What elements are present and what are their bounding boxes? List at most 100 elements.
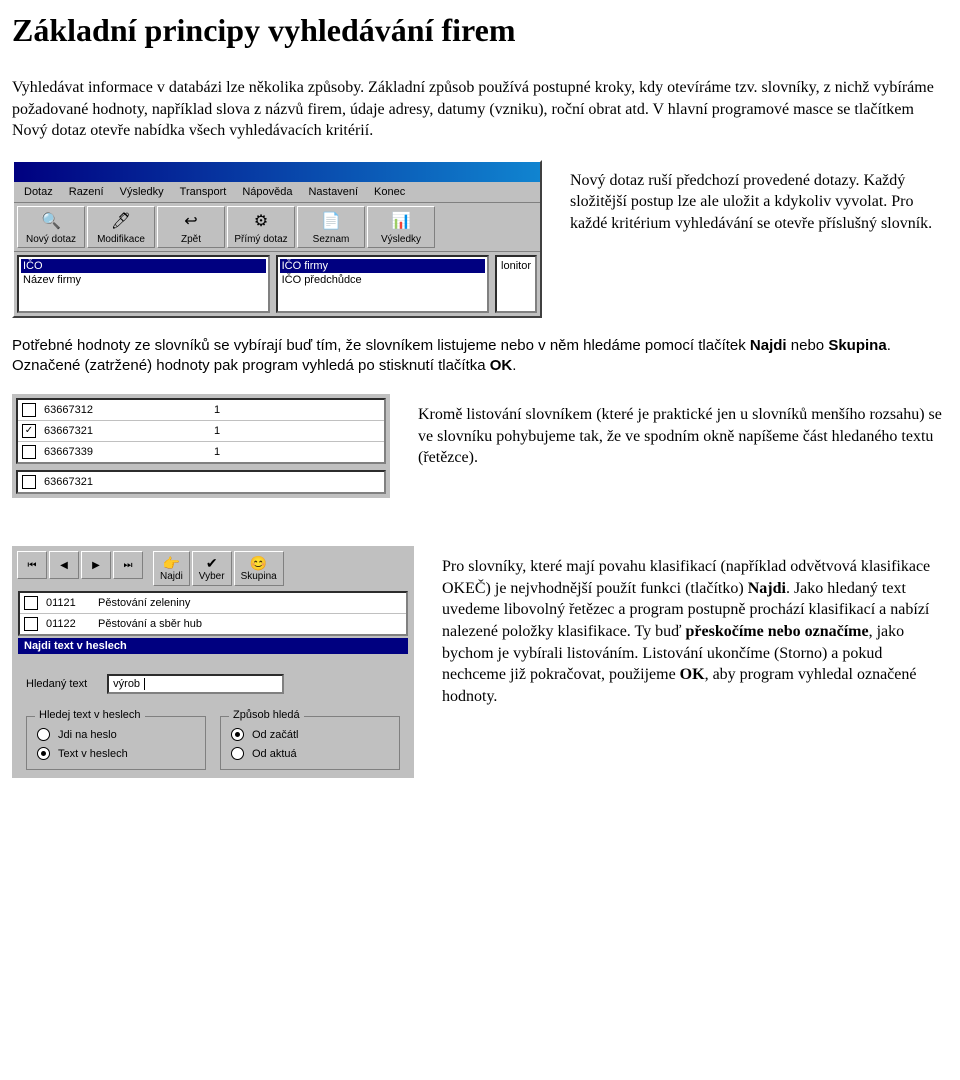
toolbtn-label: Výsledky [381, 234, 421, 245]
radio-option[interactable]: Jdi na heslo [37, 725, 195, 744]
next-button[interactable]: ▶ [81, 551, 111, 579]
menu-item[interactable]: Transport [172, 184, 235, 200]
list-item[interactable]: IČO firmy [280, 259, 485, 273]
screenshot-dictionary-list: 63667312 1 ✓ 63667321 1 63667339 1 63667… [12, 394, 390, 498]
group-icon: 😊 [250, 555, 267, 571]
paragraph-2: Potřebné hodnoty ze slovníků se vybírají… [12, 336, 948, 377]
text: Potřebné hodnoty ze slovníků se vybírají… [12, 337, 750, 354]
input-value: výrob [113, 678, 140, 690]
screenshot-find-dialog: ⏮ ◀ ▶ ⏭ 👉 Najdi ✔ Vyber 😊 Skupina 01121 … [12, 546, 414, 778]
text-bold: OK [490, 357, 513, 374]
radio-option[interactable]: Od aktuá [231, 744, 389, 763]
classification-list[interactable]: 01121 Pěstování zeleniny 01122 Pěstování… [18, 591, 408, 636]
prev-button[interactable]: ◀ [49, 551, 79, 579]
primy-dotaz-button[interactable]: ⚙ Přímý dotaz [227, 206, 295, 248]
list-item[interactable]: 01122 Pěstování a sběr hub [20, 614, 406, 634]
zpet-button[interactable]: ↩ Zpět [157, 206, 225, 248]
vysledky-button[interactable]: 📊 Výsledky [367, 206, 435, 248]
input-value: 63667321 [44, 476, 93, 488]
checkbox[interactable] [24, 617, 38, 631]
find-icon: 👉 [163, 555, 180, 571]
navbtn-label: Vyber [199, 571, 225, 582]
value-cell: 1 [214, 446, 220, 458]
toolbtn-label: Přímý dotaz [234, 234, 287, 245]
text-cell: Pěstování zeleniny [98, 597, 190, 609]
search-text-input[interactable]: výrob [107, 674, 284, 694]
checkbox[interactable] [24, 596, 38, 610]
checkbox[interactable] [22, 403, 36, 417]
dictionary-grid[interactable]: 63667312 1 ✓ 63667321 1 63667339 1 [16, 398, 386, 464]
code-cell: 63667339 [44, 446, 214, 458]
menu-item[interactable]: Dotaz [16, 184, 61, 200]
text-bold: OK [680, 666, 705, 683]
list-item[interactable]: 63667312 1 [18, 400, 384, 421]
najdi-button[interactable]: 👉 Najdi [153, 551, 190, 586]
list-item[interactable]: lonitor [499, 259, 533, 273]
navbtn-label: Skupina [241, 571, 277, 582]
radio[interactable] [231, 728, 244, 741]
toolbar: 🔍 Nový dotaz 🖊 Modifikace ↩ Zpět ⚙ Přímý… [14, 203, 540, 252]
list-item[interactable]: 01121 Pěstování zeleniny [20, 593, 406, 614]
code-cell: 01122 [46, 618, 98, 630]
group-legend: Hledej text v heslech [35, 709, 145, 721]
search-input[interactable]: 63667321 [16, 470, 386, 494]
list-item[interactable]: Název firmy [21, 273, 266, 287]
criteria-list[interactable]: IČO Název firmy [17, 255, 270, 313]
checkbox[interactable]: ✓ [22, 424, 36, 438]
navbtn-label: Najdi [160, 571, 183, 582]
side-paragraph-3: Pro slovníky, které mají povahu klasifik… [442, 556, 948, 707]
first-button[interactable]: ⏮ [17, 551, 47, 579]
skupina-button[interactable]: 😊 Skupina [234, 551, 284, 586]
group-search-mode: Způsob hledá Od začátl Od aktuá [220, 716, 400, 770]
value-cell: 1 [214, 404, 220, 416]
gear-icon: ⚙ [248, 210, 274, 232]
toolbtn-label: Zpět [181, 234, 201, 245]
list-item[interactable]: 63667339 1 [18, 442, 384, 462]
toolbtn-label: Modifikace [97, 234, 145, 245]
value-cell: 1 [214, 425, 220, 437]
side-paragraph-1: Nový dotaz ruší předchozí provedené dota… [570, 170, 948, 235]
checkbox[interactable] [22, 475, 36, 489]
menu-item[interactable]: Nápověda [234, 184, 300, 200]
menubar: Dotaz Razení Výsledky Transport Nápověda… [14, 182, 540, 203]
menu-item[interactable]: Výsledky [112, 184, 172, 200]
radio-label: Jdi na heslo [58, 729, 117, 741]
edit-icon: 🖊 [108, 210, 134, 232]
radio-label: Od začátl [252, 729, 298, 741]
subcriteria-list[interactable]: IČO firmy IČO předchůdce [276, 255, 489, 313]
screenshot-main-window: Dotaz Razení Výsledky Transport Nápověda… [12, 160, 542, 318]
nav-toolbar: ⏮ ◀ ▶ ⏭ 👉 Najdi ✔ Vyber 😊 Skupina [14, 548, 412, 589]
menu-item[interactable]: Razení [61, 184, 112, 200]
vyber-button[interactable]: ✔ Vyber [192, 551, 232, 586]
radio-option[interactable]: Od začátl [231, 725, 389, 744]
code-cell: 01121 [46, 597, 98, 609]
dialog-body: Hledaný text výrob Hledej text v heslech… [18, 654, 408, 776]
radio-option[interactable]: Text v heslech [37, 744, 195, 763]
text: . [512, 357, 516, 374]
list-item[interactable]: ✓ 63667321 1 [18, 421, 384, 442]
titlebar [14, 162, 540, 182]
group-search-in: Hledej text v heslech Jdi na heslo Text … [26, 716, 206, 770]
text: nebo [787, 337, 829, 354]
checkbox[interactable] [22, 445, 36, 459]
list-item[interactable]: IČO [21, 259, 266, 273]
search-icon: 🔍 [38, 210, 64, 232]
radio[interactable] [231, 747, 244, 760]
text-cell: Pěstování a sběr hub [98, 618, 202, 630]
right-list[interactable]: lonitor [495, 255, 537, 313]
results-icon: 📊 [388, 210, 414, 232]
modifikace-button[interactable]: 🖊 Modifikace [87, 206, 155, 248]
list-item[interactable]: IČO předchůdce [280, 273, 485, 287]
side-paragraph-2: Kromě listování slovníkem (které je prak… [418, 404, 948, 469]
radio[interactable] [37, 747, 50, 760]
seznam-button[interactable]: 📄 Seznam [297, 206, 365, 248]
menu-item[interactable]: Nastavení [300, 184, 366, 200]
last-button[interactable]: ⏭ [113, 551, 143, 579]
menu-item[interactable]: Konec [366, 184, 413, 200]
novy-dotaz-button[interactable]: 🔍 Nový dotaz [17, 206, 85, 248]
radio-label: Od aktuá [252, 748, 297, 760]
page-title: Základní principy vyhledávání firem [12, 12, 948, 49]
search-label: Hledaný text [26, 678, 87, 690]
radio[interactable] [37, 728, 50, 741]
toolbtn-label: Nový dotaz [26, 234, 76, 245]
